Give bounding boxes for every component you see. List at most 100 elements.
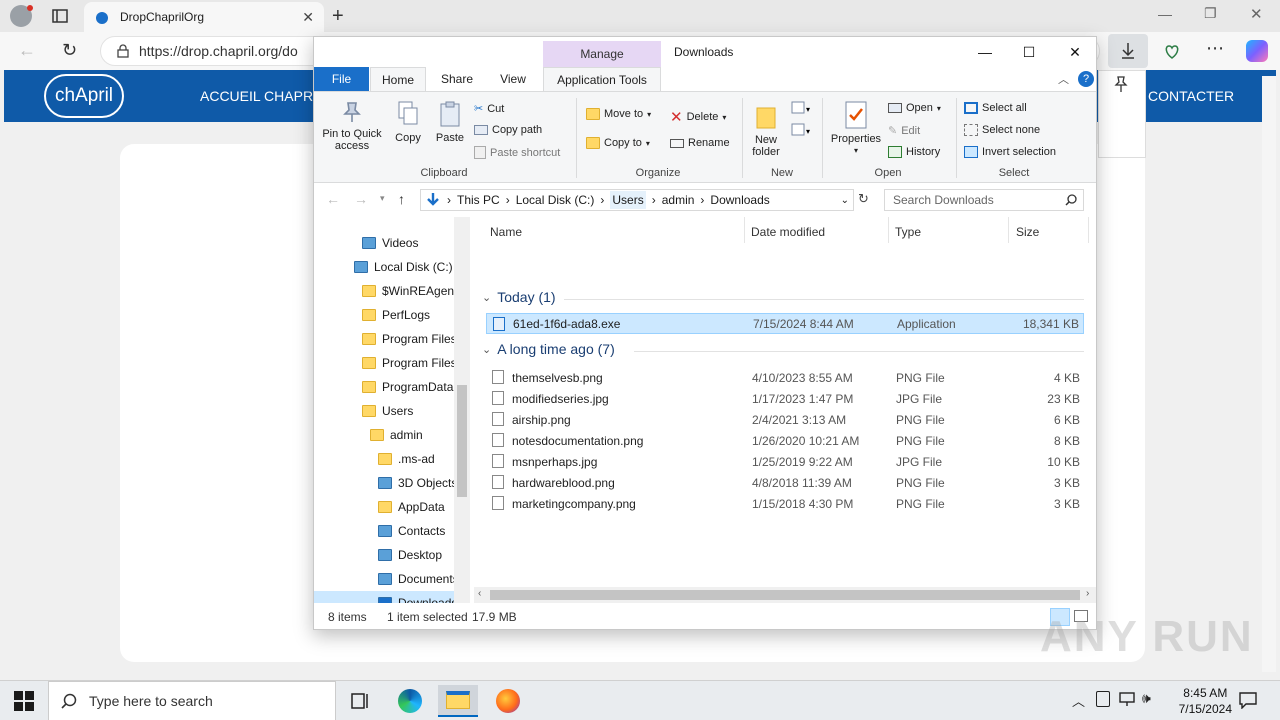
rename-button[interactable]: Rename — [670, 137, 730, 149]
page-scrollbar[interactable] — [1262, 76, 1276, 672]
breadcrumb-downloads[interactable]: Downloads — [710, 193, 769, 207]
help-icon[interactable]: ? — [1078, 71, 1094, 87]
copy-path-button[interactable]: Copy path — [474, 124, 542, 136]
system-clock[interactable]: 8:45 AM 7/15/2024 — [1179, 685, 1232, 717]
pin-icon[interactable] — [1113, 75, 1129, 93]
column-size[interactable]: Size — [1016, 225, 1039, 239]
column-name[interactable]: Name — [490, 225, 522, 239]
file-row[interactable]: hardwareblood.png 4/8/2018 11:39 AM PNG Fi… — [486, 472, 1084, 493]
notifications-icon[interactable] — [1238, 691, 1258, 709]
breadcrumb-users[interactable]: Users — [610, 191, 646, 209]
restore-icon[interactable]: ❐ — [1204, 5, 1217, 22]
tree-item[interactable]: .ms-ad — [314, 447, 454, 471]
tree-item[interactable]: ProgramData — [314, 375, 454, 399]
tree-item[interactable]: AppData — [314, 495, 454, 519]
breadcrumb-admin[interactable]: admin — [662, 193, 695, 207]
manage-contextual-tab[interactable]: Manage — [543, 41, 661, 67]
breadcrumb-local-disk[interactable]: Local Disk (C:) — [516, 193, 595, 207]
refresh-icon[interactable]: ↻ — [62, 40, 77, 61]
history-button[interactable]: History — [888, 146, 940, 158]
file-row[interactable]: marketingcompany.png 1/15/2018 4:30 PM PNG… — [486, 493, 1084, 514]
nav-accueil[interactable]: ACCUEIL CHAPRIL — [200, 88, 325, 104]
browser-tab[interactable]: DropChaprilOrg ✕ — [84, 2, 324, 32]
column-divider[interactable] — [1088, 217, 1089, 243]
back-icon[interactable]: ← — [18, 40, 36, 61]
easy-access-icon[interactable]: ▾ — [790, 122, 814, 138]
tab-share[interactable]: Share — [432, 67, 482, 91]
tree-item[interactable]: PerfLogs — [314, 303, 454, 327]
file-row[interactable]: airship.png 2/4/2021 3:13 AM PNG File 6 KB — [486, 409, 1084, 430]
tree-item[interactable]: $WinREAgent — [314, 279, 454, 303]
horizontal-scrollbar[interactable]: ‹ › — [474, 587, 1096, 603]
taskbar-search-box[interactable]: Type here to search — [48, 681, 336, 720]
column-type[interactable]: Type — [895, 225, 921, 239]
tree-item[interactable]: Desktop — [314, 543, 454, 567]
volume-icon[interactable]: 🕪 — [1142, 690, 1151, 707]
up-folder-icon[interactable]: ↑ — [398, 191, 405, 207]
new-folder-button[interactable]: New folder — [748, 102, 784, 158]
file-row[interactable]: themselvesb.png 4/10/2023 8:55 AM PNG File… — [486, 367, 1084, 388]
close-window-icon[interactable]: ✕ — [1250, 5, 1263, 23]
browser-essentials-icon[interactable] — [1163, 42, 1181, 60]
select-all-button[interactable]: Select all — [964, 102, 1027, 114]
downloads-icon[interactable] — [1108, 34, 1148, 68]
file-explorer-taskbar-icon[interactable] — [438, 685, 478, 717]
file-row[interactable]: notesdocumentation.png 1/26/2020 10:21 AM… — [486, 430, 1084, 451]
file-row[interactable]: modifiedseries.jpg 1/17/2023 1:47 PM JPG F… — [486, 388, 1084, 409]
tree-item[interactable]: Local Disk (C:) — [314, 255, 454, 279]
column-divider[interactable] — [888, 217, 889, 243]
device-icon[interactable] — [1096, 691, 1110, 707]
minimize-icon[interactable]: — — [1158, 6, 1172, 22]
copy-button[interactable]: Copy — [390, 100, 426, 144]
properties-button[interactable]: Properties ▾ — [828, 100, 884, 157]
firefox-taskbar-icon[interactable] — [488, 685, 528, 717]
tree-item[interactable]: Users — [314, 399, 454, 423]
delete-button[interactable]: ✕ Delete ▾ — [670, 108, 726, 126]
pin-quick-access-button[interactable]: Pin to Quick access — [320, 100, 384, 152]
explorer-close-icon[interactable]: ✕ — [1052, 37, 1096, 67]
scroll-right-icon[interactable]: › — [1086, 588, 1089, 599]
scroll-left-icon[interactable]: ‹ — [478, 588, 481, 599]
file-row[interactable]: 61ed-1f6d-ada8.exe 7/15/2024 8:44 AM Appli… — [486, 313, 1084, 334]
tab-application-tools[interactable]: Application Tools — [543, 67, 661, 91]
tab-file[interactable]: File — [314, 67, 369, 91]
tab-actions-icon[interactable] — [52, 9, 68, 23]
edit-button[interactable]: ✎ Edit — [888, 124, 920, 138]
address-dropdown-icon[interactable]: ⌄ — [841, 195, 849, 206]
nav-back-icon[interactable]: ← — [326, 191, 340, 207]
start-icon[interactable] — [14, 691, 34, 711]
copy-to-button[interactable]: Copy to ▾ — [586, 137, 650, 149]
column-date-modified[interactable]: Date modified — [751, 225, 825, 239]
tree-item[interactable]: admin — [314, 423, 454, 447]
nav-forward-icon[interactable]: → — [354, 191, 368, 207]
move-to-button[interactable]: Move to ▾ — [586, 108, 651, 120]
open-button[interactable]: Open ▾ — [888, 102, 941, 114]
explorer-minimize-icon[interactable]: — — [962, 37, 1008, 67]
tree-item[interactable]: Videos — [314, 231, 454, 255]
file-row[interactable]: msnperhaps.jpg 1/25/2019 9:22 AM JPG File 1… — [486, 451, 1084, 472]
tree-item[interactable]: Program Files — [314, 327, 454, 351]
recent-locations-icon[interactable]: ▾ — [380, 193, 385, 204]
column-divider[interactable] — [1008, 217, 1009, 243]
tree-item[interactable]: 3D Objects — [314, 471, 454, 495]
show-hidden-icons-icon[interactable]: ︿ — [1072, 691, 1085, 710]
group-header[interactable]: ⌄ A long time ago (7) — [482, 341, 615, 357]
column-divider[interactable] — [744, 217, 745, 243]
search-downloads-input[interactable]: Search Downloads — [884, 189, 1084, 211]
new-item-icon[interactable]: ▾ — [790, 100, 814, 116]
copilot-icon[interactable] — [1246, 40, 1268, 62]
tree-scrollbar[interactable] — [454, 217, 470, 603]
network-icon[interactable] — [1118, 691, 1136, 707]
breadcrumb[interactable]: › This PC › Local Disk (C:) › Users › ad… — [420, 189, 854, 211]
tab-home[interactable]: Home — [370, 67, 426, 91]
breadcrumb-this-pc[interactable]: This PC — [457, 193, 500, 207]
tree-item[interactable]: Program Files — [314, 351, 454, 375]
collapse-ribbon-icon[interactable]: ︿ — [1058, 71, 1069, 87]
cut-button[interactable]: ✂ Cut — [474, 102, 504, 116]
group-header[interactable]: ⌄ Today (1) — [482, 289, 556, 305]
edge-taskbar-icon[interactable] — [390, 685, 430, 717]
scroll-thumb[interactable] — [490, 590, 1080, 600]
select-none-button[interactable]: Select none — [964, 124, 1040, 136]
explorer-maximize-icon[interactable]: ☐ — [1006, 37, 1052, 67]
tree-item[interactable]: Documents — [314, 567, 454, 591]
